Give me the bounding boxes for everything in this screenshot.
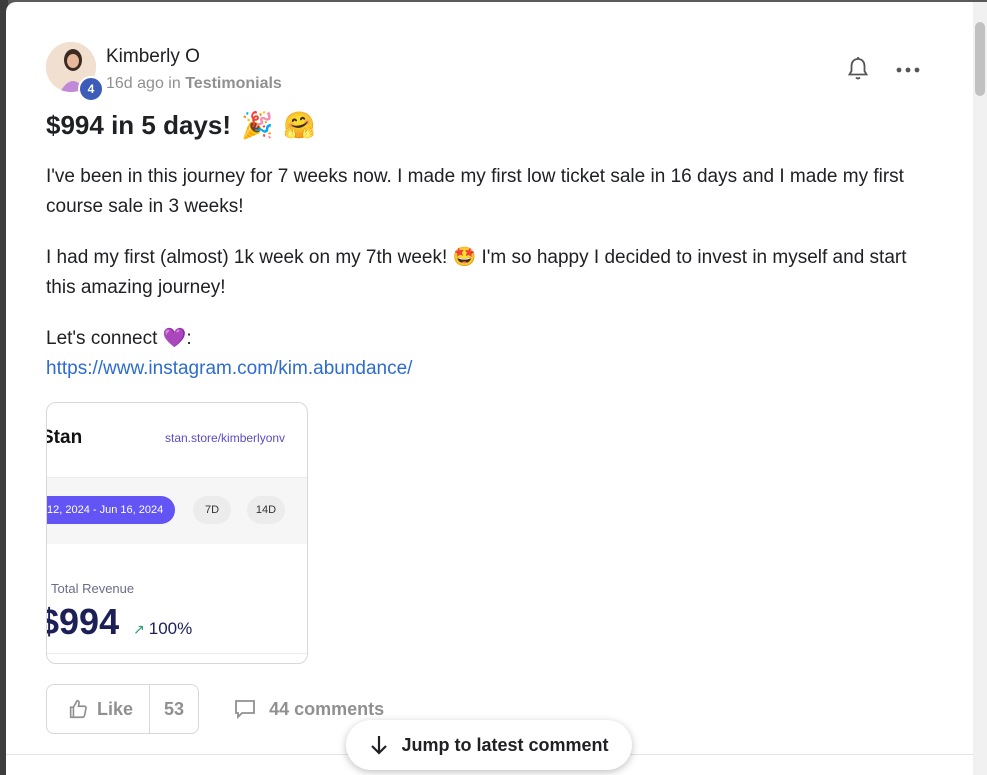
post-title: $994 in 5 days! 🎉 🤗 — [46, 110, 316, 141]
post-header: 4 Kimberly O 16d ago in Testimonials — [46, 42, 926, 102]
arrow-down-icon — [371, 736, 388, 755]
stan-store-url: stan.store/kimberlyonv — [165, 431, 286, 445]
more-horizontal-icon[interactable] — [896, 58, 920, 82]
connect-colon: : — [186, 328, 192, 349]
comments-count: 44 comments — [269, 698, 385, 719]
revenue-value: $994 — [46, 601, 120, 642]
chip-7d: 7D — [193, 496, 231, 524]
jump-to-latest-comment-button[interactable]: Jump to latest comment — [346, 720, 632, 770]
image-attachment[interactable]: Stan stan.store/kimberlyonv 12, 2024 - J… — [46, 402, 308, 664]
revenue-growth: ↗ 100% — [133, 619, 192, 639]
like-group: Like 53 — [46, 684, 200, 734]
trend-up-icon: ↗ — [133, 620, 145, 637]
star-struck-emoji: 🤩 — [452, 246, 477, 268]
like-count[interactable]: 53 — [150, 685, 198, 733]
revenue-label: Total Revenue — [51, 581, 135, 596]
post-paragraph-2: I had my first (almost) 1k week on my 7t… — [46, 242, 926, 303]
scrollbar-thumb[interactable] — [975, 22, 985, 96]
thumbs-up-icon — [69, 699, 87, 719]
like-button[interactable]: Like — [47, 685, 151, 733]
stan-brand: Stan — [47, 427, 83, 448]
date-filter-bar: 12, 2024 - Jun 16, 2024 7D 14D — [47, 478, 307, 544]
post-in-word: in — [168, 75, 181, 92]
growth-value: 100% — [148, 619, 193, 638]
post-paragraph-1: I've been in this journey for 7 weeks no… — [46, 166, 904, 217]
post-body: I've been in this journey for 7 weeks no… — [46, 162, 926, 404]
post-actions: Like 53 44 comments — [46, 684, 384, 734]
post-meta: 16d ago in Testimonials — [106, 75, 282, 93]
level-badge: 4 — [78, 76, 104, 102]
party-popper-emoji: 🎉 — [241, 110, 274, 141]
chip-14d: 14D — [247, 496, 285, 524]
bell-off-icon[interactable] — [846, 56, 870, 82]
purple-heart-emoji: 💜 — [162, 327, 187, 349]
jump-button-label: Jump to latest comment — [401, 734, 609, 755]
comments-button[interactable]: 44 comments — [233, 698, 384, 720]
date-range-chip: 12, 2024 - Jun 16, 2024 — [47, 496, 176, 524]
instagram-link[interactable]: https://www.instagram.com/kim.abundance/ — [46, 358, 412, 379]
post-time: 16d ago — [106, 75, 164, 92]
comment-icon — [235, 700, 255, 720]
hugging-face-emoji: 🤗 — [283, 110, 316, 141]
post-modal: 4 Kimberly O 16d ago in Testimonials $99… — [6, 2, 973, 775]
connect-label: Let's connect — [46, 328, 158, 349]
scrollbar[interactable] — [973, 2, 987, 775]
post-category[interactable]: Testimonials — [185, 75, 282, 92]
author-name[interactable]: Kimberly O — [106, 46, 200, 68]
post-paragraph-2-part-a: I had my first (almost) 1k week on my 7t… — [46, 247, 448, 268]
attachment-bottom-divider — [47, 653, 307, 654]
post-paragraph-3: Let's connect 💜: https://www.instagram.c… — [46, 323, 926, 384]
post-title-text: $994 in 5 days! — [46, 110, 231, 140]
like-label: Like — [97, 698, 134, 719]
